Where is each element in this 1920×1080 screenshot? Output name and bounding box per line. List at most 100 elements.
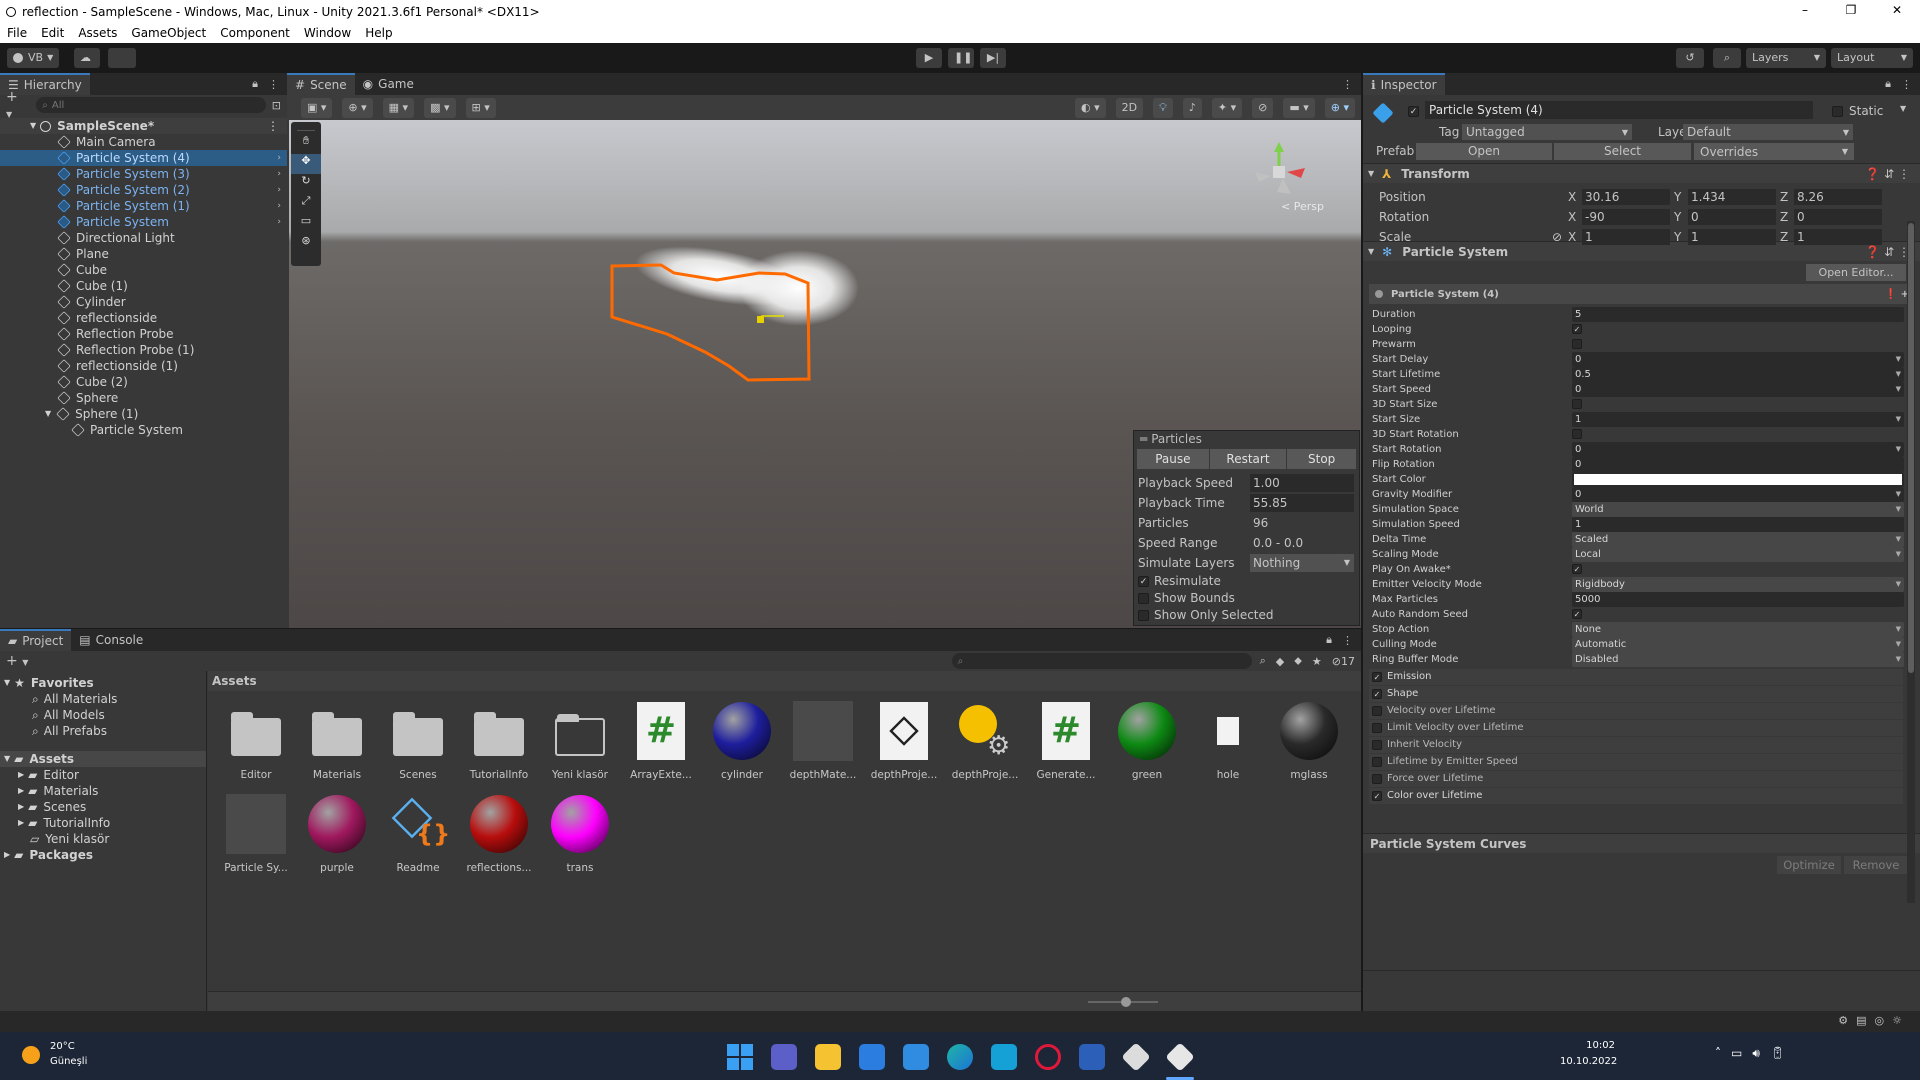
component-icons[interactable]: ❓ ⇵ ⋮ (1865, 245, 1910, 259)
assets-folder[interactable]: ▼ ▰ Assets (0, 751, 206, 767)
ps-property-field[interactable]: Disabled ▼ (1572, 652, 1904, 667)
play-button[interactable]: ▶ (916, 48, 942, 68)
menu-file[interactable]: File (0, 23, 34, 43)
tree-folder-scenes[interactable]: ▶ ▰ Scenes (0, 799, 206, 815)
scale-tool-icon[interactable]: ⤢ (291, 194, 321, 214)
clock-time[interactable]: 10:02 (1575, 1040, 1615, 1051)
scene-visibility-icon[interactable]: ⊡ (272, 99, 281, 112)
word-icon[interactable] (1079, 1044, 1105, 1070)
label-icon[interactable]: ⬥ (1294, 654, 1302, 668)
tab-inspector[interactable]: ℹ Inspector (1363, 73, 1445, 95)
asset-item[interactable]: Materials (297, 699, 377, 781)
ps-property-field[interactable]: 0 ▼ (1572, 442, 1904, 457)
optimize-button[interactable]: Optimize (1777, 856, 1841, 874)
pause-button[interactable]: Pause (1137, 449, 1210, 469)
tab-project[interactable]: ▰ Project (0, 629, 72, 651)
hierarchy-item[interactable]: Cylinder (0, 294, 287, 310)
add-button[interactable]: + ▼ (6, 89, 28, 121)
hierarchy-item[interactable]: Reflection Probe (0, 326, 287, 342)
mail-icon[interactable] (903, 1044, 929, 1070)
favorite-star-icon[interactable]: ★ (1312, 655, 1322, 668)
ps-module-row[interactable]: Lifetime by Emitter Speed (1369, 754, 1903, 770)
fav-all-materials[interactable]: ⌕ All Materials (0, 691, 206, 707)
ps-module-row[interactable]: Inherit Velocity (1369, 737, 1903, 753)
curves-header[interactable]: Particle System Curves⋮ (1363, 833, 1920, 853)
minimize-icon[interactable]: – (1782, 0, 1828, 20)
asset-item[interactable]: TutorialInfo (459, 699, 539, 781)
ps-property-checkbox[interactable]: ✓ (1572, 324, 1582, 334)
more-icon[interactable]: ⋮ (1342, 634, 1353, 647)
checkbox-icon[interactable] (1372, 706, 1382, 716)
hierarchy-item[interactable]: ▼ Sphere (1) (0, 406, 287, 422)
ps-module-row[interactable]: ✓ Emission (1369, 669, 1903, 685)
layers-dropdown[interactable]: Layers ▼ (1746, 48, 1826, 68)
asset-item[interactable]: # Generate... (1026, 699, 1106, 781)
grid-snap-button[interactable]: ▦ ▾ (382, 97, 415, 118)
pivot-button[interactable]: ⊕ ▾ (342, 97, 373, 118)
chevron-right-icon[interactable]: › (277, 150, 281, 166)
checkbox-icon[interactable] (1372, 723, 1382, 733)
ps-property-field[interactable]: World ▼ (1572, 502, 1904, 517)
fav-all-prefabs[interactable]: ⌕ All Prefabs (0, 723, 206, 739)
shading-mode-button[interactable]: ◐ ▾ (1075, 97, 1106, 118)
ps-property-field[interactable]: Scaled ▼ (1572, 532, 1904, 547)
asset-item[interactable]: trans (540, 792, 620, 874)
tag-dropdown[interactable]: Untagged ▼ (1462, 124, 1632, 140)
asset-item[interactable]: green (1107, 699, 1187, 781)
layer-dropdown[interactable]: Default ▼ (1683, 124, 1853, 140)
transform-scale-field[interactable]: 1 (1688, 229, 1776, 245)
show-only-selected-toggle[interactable]: Show Only Selected (1134, 607, 1359, 624)
asset-item[interactable]: mglass (1269, 699, 1349, 781)
gizmos-button[interactable]: ⊕ ▾ (1324, 97, 1355, 118)
ps-property-checkbox[interactable] (1572, 339, 1582, 349)
hidden-objects-icon[interactable]: ⊘ (1252, 97, 1274, 118)
transform-rotation-field[interactable]: 0 (1688, 209, 1776, 225)
prefab-overrides-dropdown[interactable]: Overrides ▼ (1694, 143, 1854, 160)
menu-help[interactable]: Help (358, 23, 399, 43)
chevron-right-icon[interactable]: › (277, 214, 281, 230)
move-tool-icon[interactable]: ✥ (291, 154, 321, 174)
checkbox-checked-icon[interactable]: ✓ (1372, 672, 1382, 682)
hierarchy-item[interactable]: reflectionside (1) (0, 358, 287, 374)
increment-snap-button[interactable]: ⊞ ▾ (465, 97, 496, 118)
search-by-type-icon[interactable]: ⌕ (1260, 654, 1266, 668)
maximize-icon[interactable]: ❐ (1828, 0, 1874, 20)
more-icon[interactable]: ⋮ (1901, 78, 1912, 91)
teams-chat-icon[interactable] (771, 1044, 797, 1070)
edge-browser-icon[interactable] (947, 1044, 973, 1070)
transform-scale-field[interactable]: 1 (1582, 229, 1670, 245)
ps-property-field[interactable]: 0 ▼ (1572, 382, 1904, 397)
projection-label[interactable]: < Persp (1281, 200, 1324, 213)
hierarchy-item[interactable]: Reflection Probe (1) (0, 342, 287, 358)
hand-tool-icon[interactable]: ✋︎ (291, 134, 321, 154)
camera-settings-button[interactable]: ▬ ▾ (1283, 97, 1315, 118)
transform-position-field[interactable]: 1.434 (1688, 189, 1776, 205)
favorites-folder[interactable]: ▼ ★ Favorites (0, 675, 206, 691)
rect-tool-icon[interactable]: ▭ (291, 214, 321, 234)
rotate-tool-icon[interactable]: ↻ (291, 174, 321, 194)
hierarchy-item[interactable]: Particle System (2) › (0, 182, 287, 198)
hierarchy-item[interactable]: Particle System › (0, 214, 287, 230)
tree-folder-yeni-klasor[interactable]: ▱ Yeni klasör (0, 831, 206, 847)
ps-property-field[interactable]: Automatic ▼ (1572, 637, 1904, 652)
checkbox-checked-icon[interactable]: ✓ (1372, 791, 1382, 801)
add-button[interactable]: + ▼ (6, 653, 28, 669)
asset-item[interactable]: reflections... (459, 792, 539, 874)
transform-position-field[interactable]: 30.16 (1582, 189, 1670, 205)
ps-property-field[interactable]: 0 (1572, 457, 1904, 472)
asset-item[interactable]: hole (1188, 699, 1268, 781)
transform-tool-icon[interactable]: ⊛ (291, 234, 321, 254)
menu-window[interactable]: Window (297, 23, 358, 43)
fav-all-models[interactable]: ⌕ All Models (0, 707, 206, 723)
ps-property-checkbox[interactable]: ✓ (1572, 564, 1582, 574)
opera-icon[interactable] (1035, 1044, 1061, 1070)
asset-item[interactable]: depthMate... (783, 699, 863, 781)
file-explorer-icon[interactable] (815, 1044, 841, 1070)
hierarchy-item[interactable]: Cube (0, 262, 287, 278)
asset-item[interactable]: Scenes (378, 699, 458, 781)
chevron-down-icon[interactable]: ▼ (1900, 104, 1906, 113)
account-button[interactable]: VB ▼ (7, 48, 60, 68)
tree-folder-tutorialinfo[interactable]: ▶ ▰ TutorialInfo (0, 815, 206, 831)
open-editor-button[interactable]: Open Editor... (1806, 264, 1906, 281)
active-checkbox[interactable]: ✓ (1408, 106, 1419, 117)
